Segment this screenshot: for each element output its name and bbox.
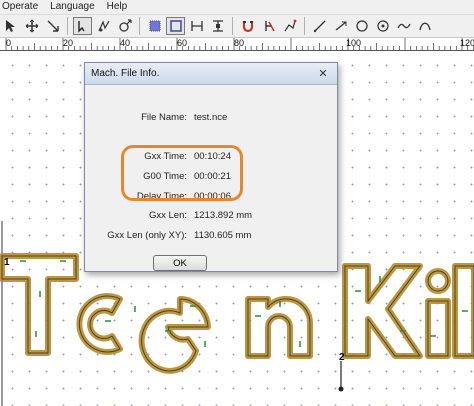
ruler-label: 40 <box>120 38 131 48</box>
dotted-square-icon[interactable] <box>145 17 164 35</box>
dialog-titlebar[interactable]: Mach. File Info. ✕ <box>85 63 337 85</box>
no-tool-icon[interactable] <box>259 17 278 35</box>
toolbar <box>0 15 474 38</box>
toolbar-separator <box>139 17 140 35</box>
menu-language[interactable]: Language <box>44 0 101 14</box>
ruler-label: 60 <box>177 38 188 48</box>
start-point <box>338 386 344 392</box>
ruler-label: 80 <box>234 38 245 48</box>
toolbar-separator <box>67 17 68 35</box>
ok-button[interactable]: OK <box>153 255 207 271</box>
ruler-label: 20 <box>63 38 74 48</box>
menu-bar: Operate Language Help <box>0 0 474 15</box>
info-label: Gxx Len: <box>148 210 187 221</box>
ruler-label: 100 <box>346 38 362 48</box>
move-tool-icon[interactable] <box>22 17 41 35</box>
info-row-gxx-len: Gxx Len: 1213.892 mm <box>85 210 337 224</box>
info-value: 1213.892 mm <box>194 210 253 221</box>
direction-tool-icon[interactable] <box>115 17 134 35</box>
info-label: Gxx Len (only XY): <box>107 230 187 241</box>
curve-tool-icon[interactable] <box>415 17 434 35</box>
info-value: test.nce <box>194 112 228 123</box>
toolbar-separator <box>232 17 233 35</box>
path-number-label: 1 <box>4 257 10 268</box>
cut-path-outer <box>0 253 474 374</box>
dialog-title: Mach. File Info. <box>91 68 160 79</box>
toolbar-separator <box>304 17 305 35</box>
ruler-label: 120 <box>460 38 474 48</box>
dialog-body: File Name: test.nce Gxx Time: 00:10:24 G… <box>85 85 337 271</box>
target-tool-icon[interactable] <box>373 17 392 35</box>
arc-tool-icon[interactable] <box>331 17 350 35</box>
info-row-file-name: File Name: test.nce <box>85 112 337 126</box>
chain-tool-icon[interactable] <box>394 17 413 35</box>
pointer-tool-icon[interactable] <box>1 17 20 35</box>
path-number-label: 2 <box>339 352 345 363</box>
info-label: File Name: <box>141 112 187 123</box>
menu-operate[interactable]: Operate <box>0 0 44 14</box>
cut-start-tool-icon[interactable] <box>73 17 92 35</box>
menu-help[interactable]: Help <box>101 0 134 14</box>
close-icon[interactable]: ✕ <box>315 67 331 81</box>
magnet-icon[interactable] <box>238 17 257 35</box>
mirror-tool-icon[interactable] <box>94 17 113 35</box>
line-tool-icon[interactable] <box>310 17 329 35</box>
circle-tool-icon[interactable] <box>352 17 371 35</box>
mach-file-info-dialog: Mach. File Info. ✕ File Name: test.nce G… <box>84 62 338 272</box>
time-highlight-box <box>121 145 243 201</box>
arrow-tool-icon[interactable] <box>43 17 62 35</box>
info-row-gxx-len-xy: Gxx Len (only XY): 1130.605 mm <box>85 230 337 244</box>
info-value: 1130.605 mm <box>194 230 252 241</box>
square-frame-icon[interactable] <box>166 17 185 35</box>
path-tool-icon[interactable] <box>280 17 299 35</box>
horizontal-ruler: 0 20 40 60 80 100 120 <box>0 38 474 51</box>
vertical-spacing-icon[interactable] <box>208 17 227 35</box>
ruler-label: 0 <box>6 38 12 48</box>
horizontal-spacing-icon[interactable] <box>187 17 206 35</box>
